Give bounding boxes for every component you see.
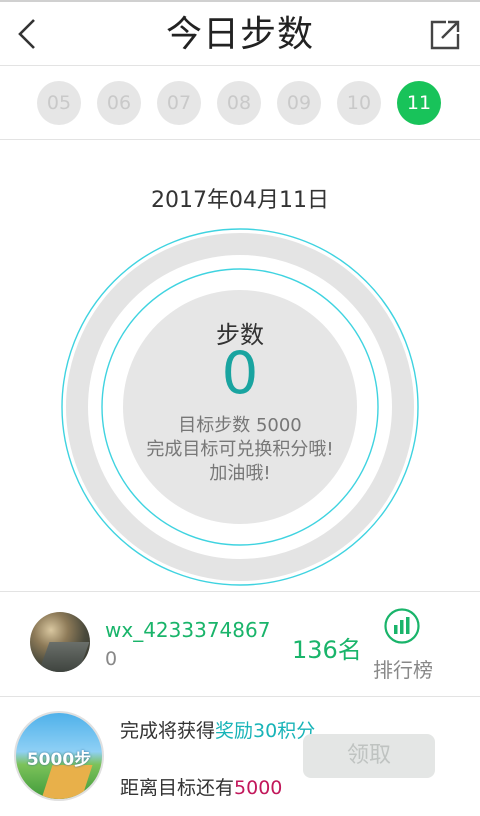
remaining-value: 5000	[234, 777, 283, 799]
day-09[interactable]: 09	[277, 81, 321, 125]
day-11[interactable]: 11	[397, 81, 441, 125]
remaining-prefix: 距离目标还有	[120, 777, 235, 799]
day-05[interactable]: 05	[37, 81, 81, 125]
reward-row: 5000步 完成将获得奖励30积分 距离目标还有5000 领取	[0, 697, 480, 816]
day-07[interactable]: 07	[157, 81, 201, 125]
user-ranking-row: wx_4233374867 0 136名 排行榜	[0, 592, 480, 696]
remaining-steps: 距离目标还有5000	[120, 773, 282, 800]
day-08[interactable]: 08	[217, 81, 261, 125]
reward-prefix: 完成将获得	[120, 720, 216, 742]
leaderboard-button[interactable]: 排行榜	[368, 606, 438, 686]
day-10[interactable]: 10	[337, 81, 381, 125]
avatar	[30, 612, 90, 672]
reward-points: 奖励30积分	[215, 720, 316, 742]
badge-text: 5000步	[26, 750, 92, 770]
day-selector: 05 06 07 08 09 10 11	[0, 66, 480, 140]
hint-line-1: 完成目标可兑换积分哦!	[146, 439, 334, 460]
claim-button[interactable]: 领取	[303, 734, 435, 778]
share-button[interactable]	[428, 18, 462, 52]
page-title: 今日步数	[165, 14, 314, 55]
day-06[interactable]: 06	[97, 81, 141, 125]
user-rank: 136名	[292, 636, 362, 664]
goal-text: 目标步数 5000	[178, 415, 302, 436]
hint-line-2: 加油哦!	[209, 463, 271, 484]
leaderboard-label: 排行榜	[373, 658, 433, 682]
header-bar: 今日步数	[0, 0, 480, 66]
reward-badge: 5000步	[14, 711, 104, 801]
steps-value: 0	[221, 339, 259, 407]
selected-date: 2017年04月11日	[151, 188, 329, 213]
step-progress-ring: 步数 0 目标步数 5000 完成目标可兑换积分哦! 加油哦!	[60, 227, 420, 587]
share-external-icon	[430, 20, 460, 50]
bar-chart-icon	[384, 608, 420, 644]
reward-description: 完成将获得奖励30积分	[120, 719, 320, 743]
user-steps: 0	[105, 648, 118, 670]
progress-center: 步数 0 目标步数 5000 完成目标可兑换积分哦! 加油哦!	[60, 227, 420, 587]
username: wx_4233374867	[105, 618, 271, 642]
